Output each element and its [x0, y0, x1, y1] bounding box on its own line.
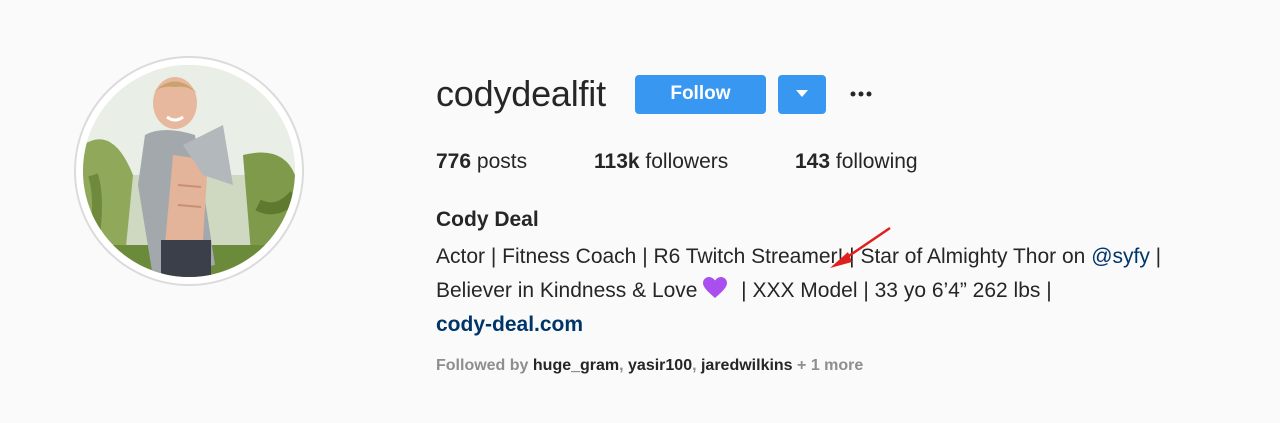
followed-by-separator: , [619, 357, 629, 374]
suggested-dropdown-button[interactable] [777, 74, 826, 114]
bio-line-2: Believer in Kindness & Love | XXX Model … [436, 274, 1161, 308]
profile-username: codydealfit [436, 73, 606, 114]
followers-link[interactable]: 113k followers [594, 150, 795, 174]
posts-count-value: 776 [436, 150, 472, 173]
follow-button[interactable]: Follow [634, 74, 766, 114]
posts-count-label: posts [476, 150, 528, 173]
website-link[interactable]: cody-deal.com [436, 313, 583, 336]
avatar-photo [83, 65, 295, 277]
followed-by[interactable]: Followed by huge_gram, yasir100, jaredwi… [436, 357, 863, 375]
following-count-label: following [835, 150, 918, 173]
bio-line-1-text: Actor | Fitness Coach | R6 Twitch Stream… [436, 245, 1092, 268]
followed-by-prefix: Followed by [436, 357, 533, 374]
followed-by-user[interactable]: yasir100 [628, 357, 692, 374]
caret-down-icon [795, 90, 808, 97]
annotation-arrow-icon [830, 226, 891, 268]
followed-by-more: + 1 more [792, 357, 864, 374]
profile-header-row: codydealfit Follow [436, 73, 872, 114]
options-button[interactable] [850, 83, 872, 105]
followed-by-separator: , [692, 357, 701, 374]
profile-bio: Actor | Fitness Coach | R6 Twitch Stream… [436, 240, 1161, 342]
followers-count-label: followers [645, 150, 729, 173]
bio-line-2-end: | XXX Model | 33 yo 6’4” 262 lbs | [735, 279, 1052, 302]
profile-full-name: Cody Deal [436, 208, 539, 231]
bio-line-2-start: Believer in Kindness & Love [436, 279, 704, 302]
bio-line-3: cody-deal.com [436, 308, 1161, 342]
profile-stats: 776 posts 113k followers 143 following [436, 150, 918, 174]
profile-avatar-ring[interactable] [74, 56, 304, 286]
followers-count-value: 113k [594, 150, 640, 173]
more-horizontal-icon [850, 91, 872, 97]
bio-mention-link[interactable]: @syfy [1091, 245, 1150, 268]
following-count-value: 143 [795, 150, 831, 173]
purple-heart-icon [703, 277, 728, 298]
profile-avatar[interactable] [83, 65, 295, 277]
posts-count: 776 posts [436, 150, 594, 174]
bio-line-1-end: | [1149, 245, 1162, 268]
bio-line-1: Actor | Fitness Coach | R6 Twitch Stream… [436, 240, 1161, 274]
followed-by-user[interactable]: huge_gram [533, 357, 619, 374]
followed-by-user[interactable]: jaredwilkins [701, 357, 793, 374]
following-link[interactable]: 143 following [795, 150, 918, 174]
